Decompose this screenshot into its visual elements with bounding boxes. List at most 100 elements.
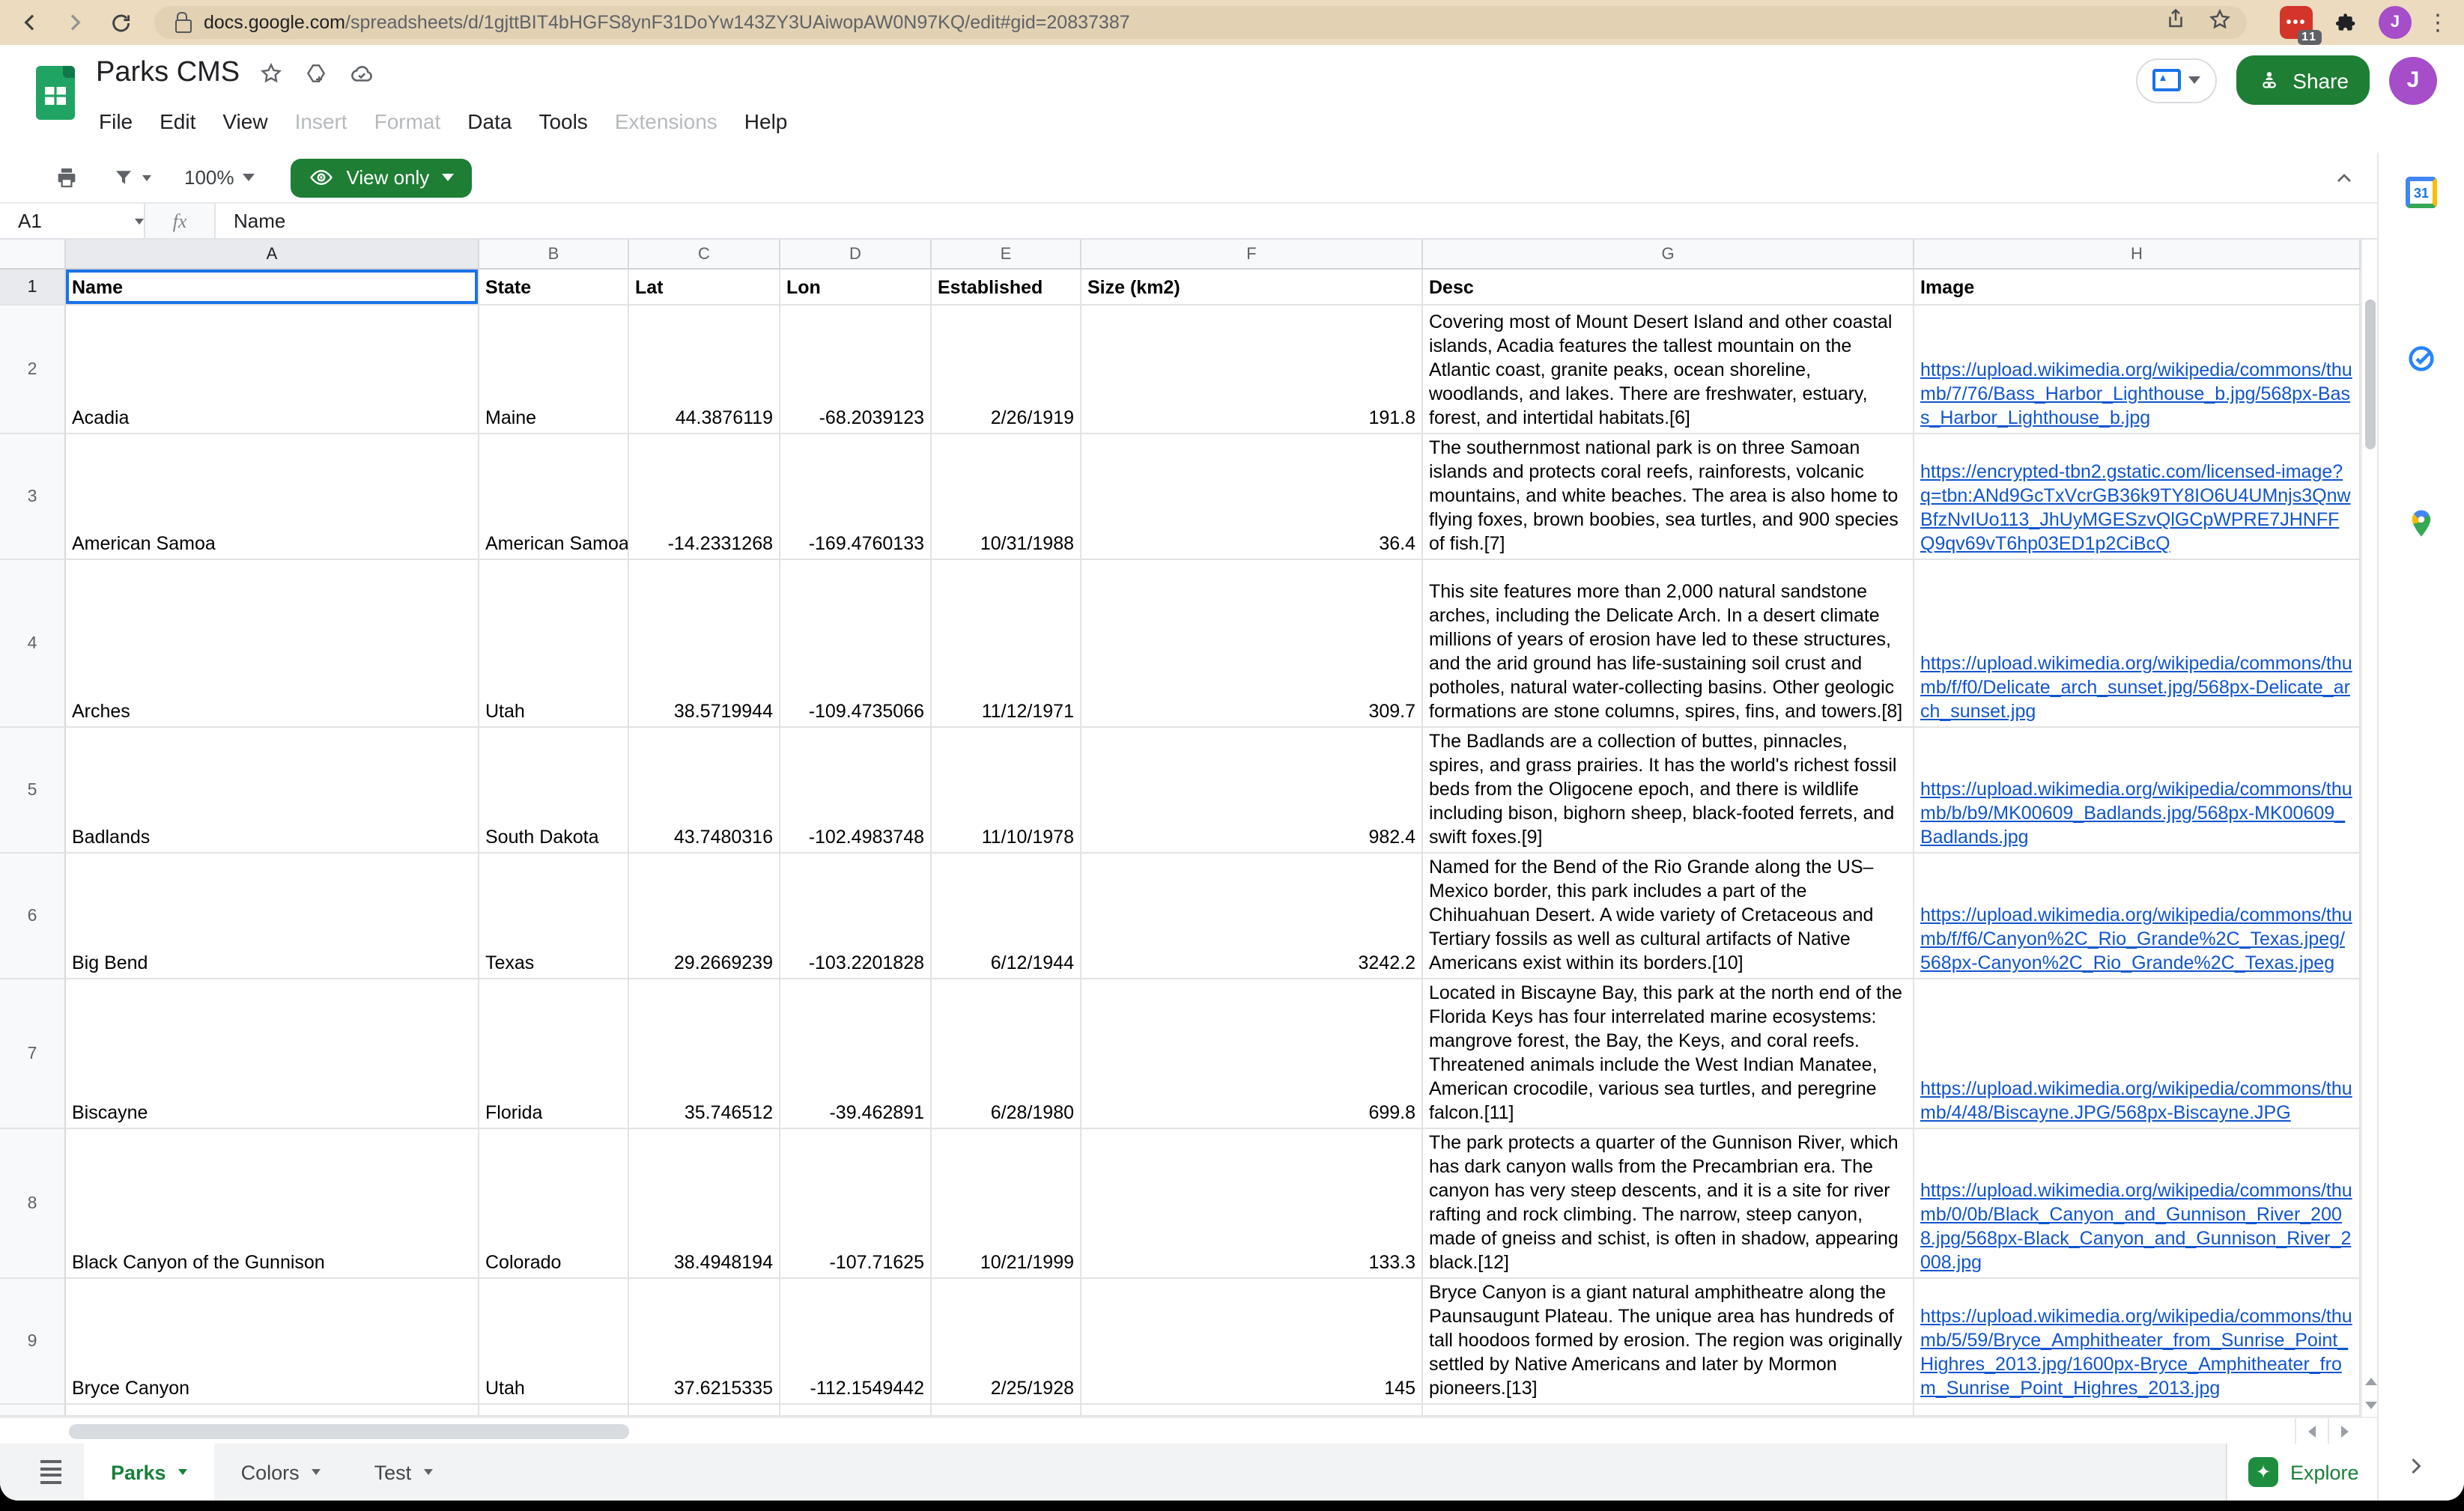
column-header-f[interactable]: F	[1081, 240, 1423, 270]
cell-established[interactable]: 11/12/1971	[932, 560, 1081, 728]
cell[interactable]	[1914, 1405, 2361, 1417]
row-header-6[interactable]: 6	[0, 854, 66, 979]
scroll-up-icon[interactable]	[2362, 1369, 2379, 1393]
image-link[interactable]: https://upload.wikimedia.org/wikipedia/c…	[1920, 1179, 2353, 1274]
cell-desc[interactable]: The Badlands are a collection of buttes,…	[1423, 728, 1914, 854]
cell-image[interactable]: https://upload.wikimedia.org/wikipedia/c…	[1914, 1129, 2361, 1279]
vertical-scrollbar[interactable]	[2361, 240, 2377, 1417]
scroll-down-icon[interactable]	[2362, 1393, 2379, 1417]
grid-corner[interactable]	[0, 240, 66, 270]
cell-established[interactable]: 2/25/1928	[932, 1279, 1081, 1405]
image-link[interactable]: https://upload.wikimedia.org/wikipedia/c…	[1920, 1304, 2353, 1400]
cell-size[interactable]: 699.8	[1081, 979, 1423, 1129]
menu-extensions[interactable]: Extensions	[601, 105, 731, 138]
cell-size[interactable]: 982.4	[1081, 728, 1423, 854]
cell[interactable]	[66, 1405, 479, 1417]
filter-icon[interactable]	[112, 166, 151, 189]
cell-name[interactable]: Black Canyon of the Gunnison	[66, 1129, 479, 1279]
print-icon[interactable]	[54, 165, 79, 190]
cell[interactable]	[1081, 1405, 1423, 1417]
image-link[interactable]: https://upload.wikimedia.org/wikipedia/c…	[1920, 777, 2353, 849]
image-link[interactable]: https://upload.wikimedia.org/wikipedia/c…	[1920, 903, 2353, 975]
cell-state[interactable]: Utah	[479, 1279, 629, 1405]
google-maps-icon[interactable]	[2406, 508, 2437, 539]
cell-lon[interactable]: -102.4983748	[780, 728, 932, 854]
cell-lon[interactable]: -112.1549442	[780, 1279, 932, 1405]
share-page-icon[interactable]	[2164, 7, 2187, 37]
cell-state[interactable]: Texas	[479, 854, 629, 979]
cell-desc[interactable]: Located in Biscayne Bay, this park at th…	[1423, 979, 1914, 1129]
sheet-tab-parks[interactable]: Parks	[84, 1444, 214, 1501]
cell-name[interactable]: Arches	[66, 560, 479, 728]
cell-lat[interactable]: 44.3876119	[629, 305, 780, 434]
password-extension-icon[interactable]: •••11	[2280, 6, 2313, 39]
cell-established[interactable]: 10/31/1988	[932, 434, 1081, 560]
cell-established[interactable]: 6/12/1944	[932, 854, 1081, 979]
cell[interactable]	[479, 1405, 629, 1417]
horizontal-scrollbar-thumb[interactable]	[69, 1424, 629, 1439]
view-only-button[interactable]: View only	[291, 158, 472, 197]
forward-icon[interactable]	[60, 7, 90, 37]
cell-state[interactable]: Colorado	[479, 1129, 629, 1279]
image-link[interactable]: https://upload.wikimedia.org/wikipedia/c…	[1920, 1077, 2353, 1125]
cell-size[interactable]: 3242.2	[1081, 854, 1423, 979]
cell-name[interactable]: Biscayne	[66, 979, 479, 1129]
url-bar[interactable]: docs.google.com/spreadsheets/d/1gjttBIT4…	[154, 6, 2247, 39]
cell-name[interactable]: Bryce Canyon	[66, 1279, 479, 1405]
cell[interactable]	[629, 1405, 780, 1417]
row-header-9[interactable]: 9	[0, 1279, 66, 1405]
header-cell-established[interactable]: Established	[932, 270, 1081, 305]
cell-image[interactable]: https://upload.wikimedia.org/wikipedia/c…	[1914, 854, 2361, 979]
header-cell-name[interactable]: Name	[66, 270, 479, 305]
cloud-saved-icon[interactable]	[348, 60, 374, 87]
cell-lat[interactable]: 38.4948194	[629, 1129, 780, 1279]
cell-lon[interactable]: -103.2201828	[780, 854, 932, 979]
cell-desc[interactable]: This site features more than 2,000 natur…	[1423, 560, 1914, 728]
all-sheets-icon[interactable]	[18, 1444, 84, 1501]
menu-help[interactable]: Help	[731, 105, 801, 138]
column-header-a[interactable]: A	[66, 240, 479, 270]
cell-lon[interactable]: -107.71625	[780, 1129, 932, 1279]
cell-state[interactable]: American Samoa	[479, 434, 629, 560]
cell-name[interactable]: American Samoa	[66, 434, 479, 560]
cell-name[interactable]: Badlands	[66, 728, 479, 854]
cell-lon[interactable]: -109.4735066	[780, 560, 932, 728]
header-cell-size-km2-[interactable]: Size (km2)	[1081, 270, 1423, 305]
sheet-tab-colors[interactable]: Colors	[214, 1444, 348, 1501]
zoom-level[interactable]: 100%	[184, 166, 234, 189]
column-header-e[interactable]: E	[932, 240, 1081, 270]
header-cell-lon[interactable]: Lon	[780, 270, 932, 305]
column-header-c[interactable]: C	[629, 240, 780, 270]
explore-button[interactable]: ✦ Explore	[2226, 1444, 2377, 1501]
name-box[interactable]: A1	[0, 210, 144, 232]
menu-edit[interactable]: Edit	[146, 105, 209, 138]
share-button[interactable]: Share	[2236, 55, 2370, 105]
scroll-left-icon[interactable]	[2295, 1418, 2328, 1445]
cell-established[interactable]: 10/21/1999	[932, 1129, 1081, 1279]
column-header-d[interactable]: D	[780, 240, 932, 270]
star-document-icon[interactable]	[258, 60, 285, 87]
cell-lat[interactable]: 37.6215335	[629, 1279, 780, 1405]
cell-size[interactable]: 36.4	[1081, 434, 1423, 560]
cell-size[interactable]: 309.7	[1081, 560, 1423, 728]
cell-desc[interactable]: The southernmost national park is on thr…	[1423, 434, 1914, 560]
formula-input[interactable]: Name	[216, 210, 285, 232]
cell-state[interactable]: Maine	[479, 305, 629, 434]
menu-file[interactable]: File	[85, 105, 146, 138]
cell-image[interactable]: https://upload.wikimedia.org/wikipedia/c…	[1914, 305, 2361, 434]
row-header-2[interactable]: 2	[0, 305, 66, 434]
cell-desc[interactable]: Covering most of Mount Desert Island and…	[1423, 305, 1914, 434]
browser-profile-avatar[interactable]: J	[2379, 6, 2412, 39]
column-header-g[interactable]: G	[1423, 240, 1914, 270]
vertical-scrollbar-thumb[interactable]	[2365, 300, 2376, 449]
cell-lon[interactable]: -39.462891	[780, 979, 932, 1129]
cell-lat[interactable]: 43.7480316	[629, 728, 780, 854]
cell-lat[interactable]: 35.746512	[629, 979, 780, 1129]
column-header-h[interactable]: H	[1914, 240, 2361, 270]
menu-insert[interactable]: Insert	[282, 105, 361, 138]
scroll-right-icon[interactable]	[2328, 1418, 2361, 1445]
cell-lat[interactable]: -14.2331268	[629, 434, 780, 560]
browser-menu-icon[interactable]: ⋮	[2427, 11, 2449, 34]
header-cell-lat[interactable]: Lat	[629, 270, 780, 305]
row-header-5[interactable]: 5	[0, 728, 66, 854]
